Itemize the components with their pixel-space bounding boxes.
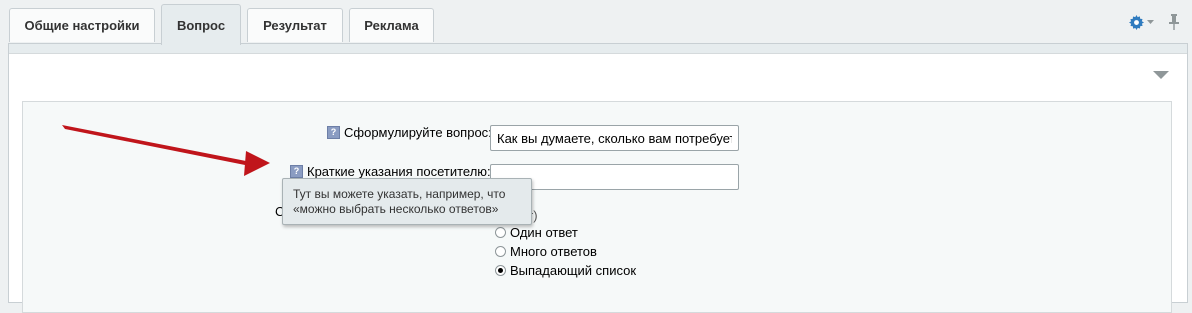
tab-label: Общие настройки: [24, 18, 140, 33]
tab-label: Вопрос: [176, 17, 226, 33]
panel-header-strip: [9, 44, 1187, 54]
gear-icon: [1129, 14, 1144, 30]
pin-icon[interactable]: [1168, 14, 1180, 30]
tab-label: Результат: [263, 18, 327, 33]
tab-label: Реклама: [364, 18, 419, 33]
tab-general-settings[interactable]: Общие настройки: [9, 8, 155, 42]
help-icon[interactable]: ?: [290, 165, 303, 178]
tooltip-line: Тут вы можете указать, например, что: [293, 187, 506, 201]
chevron-down-icon: [1147, 19, 1154, 24]
tab-actions: [1129, 14, 1180, 30]
radio-button[interactable]: [495, 227, 506, 238]
help-tooltip: Тут вы можете указать, например, что «мо…: [282, 178, 532, 225]
radio-label: Много ответов: [510, 244, 597, 259]
radio-button[interactable]: [495, 246, 506, 257]
radio-button[interactable]: [495, 265, 506, 276]
radio-option-single[interactable]: Один ответ: [495, 225, 578, 240]
question-input[interactable]: [490, 125, 739, 151]
hint-label-row: ? Краткие указания посетителю:: [290, 164, 491, 179]
radio-option-multiple[interactable]: Много ответов: [495, 244, 597, 259]
tab-advertising[interactable]: Реклама: [349, 8, 434, 42]
tab-result[interactable]: Результат: [247, 8, 343, 42]
collapse-arrow-icon[interactable]: [1153, 71, 1169, 79]
tab-content-panel: ? Сформулируйте вопрос: ? Краткие указан…: [8, 43, 1188, 313]
radio-label: Один ответ: [510, 225, 578, 240]
radio-option-dropdown[interactable]: Выпадающий список: [495, 263, 636, 278]
hint-label: Краткие указания посетителю:: [307, 164, 491, 179]
help-icon[interactable]: ?: [327, 126, 340, 139]
tab-bar: Общие настройки Вопрос Результат Реклама: [0, 0, 1192, 45]
question-label: Сформулируйте вопрос:: [344, 125, 492, 140]
radio-label: Выпадающий список: [510, 263, 637, 278]
tooltip-line: «можно выбрать несколько ответов»: [293, 202, 499, 216]
question-label-row: ? Сформулируйте вопрос:: [327, 125, 492, 140]
question-form: ? Сформулируйте вопрос: ? Краткие указан…: [22, 101, 1172, 313]
settings-button[interactable]: [1129, 14, 1154, 30]
tab-question[interactable]: Вопрос: [161, 4, 241, 45]
